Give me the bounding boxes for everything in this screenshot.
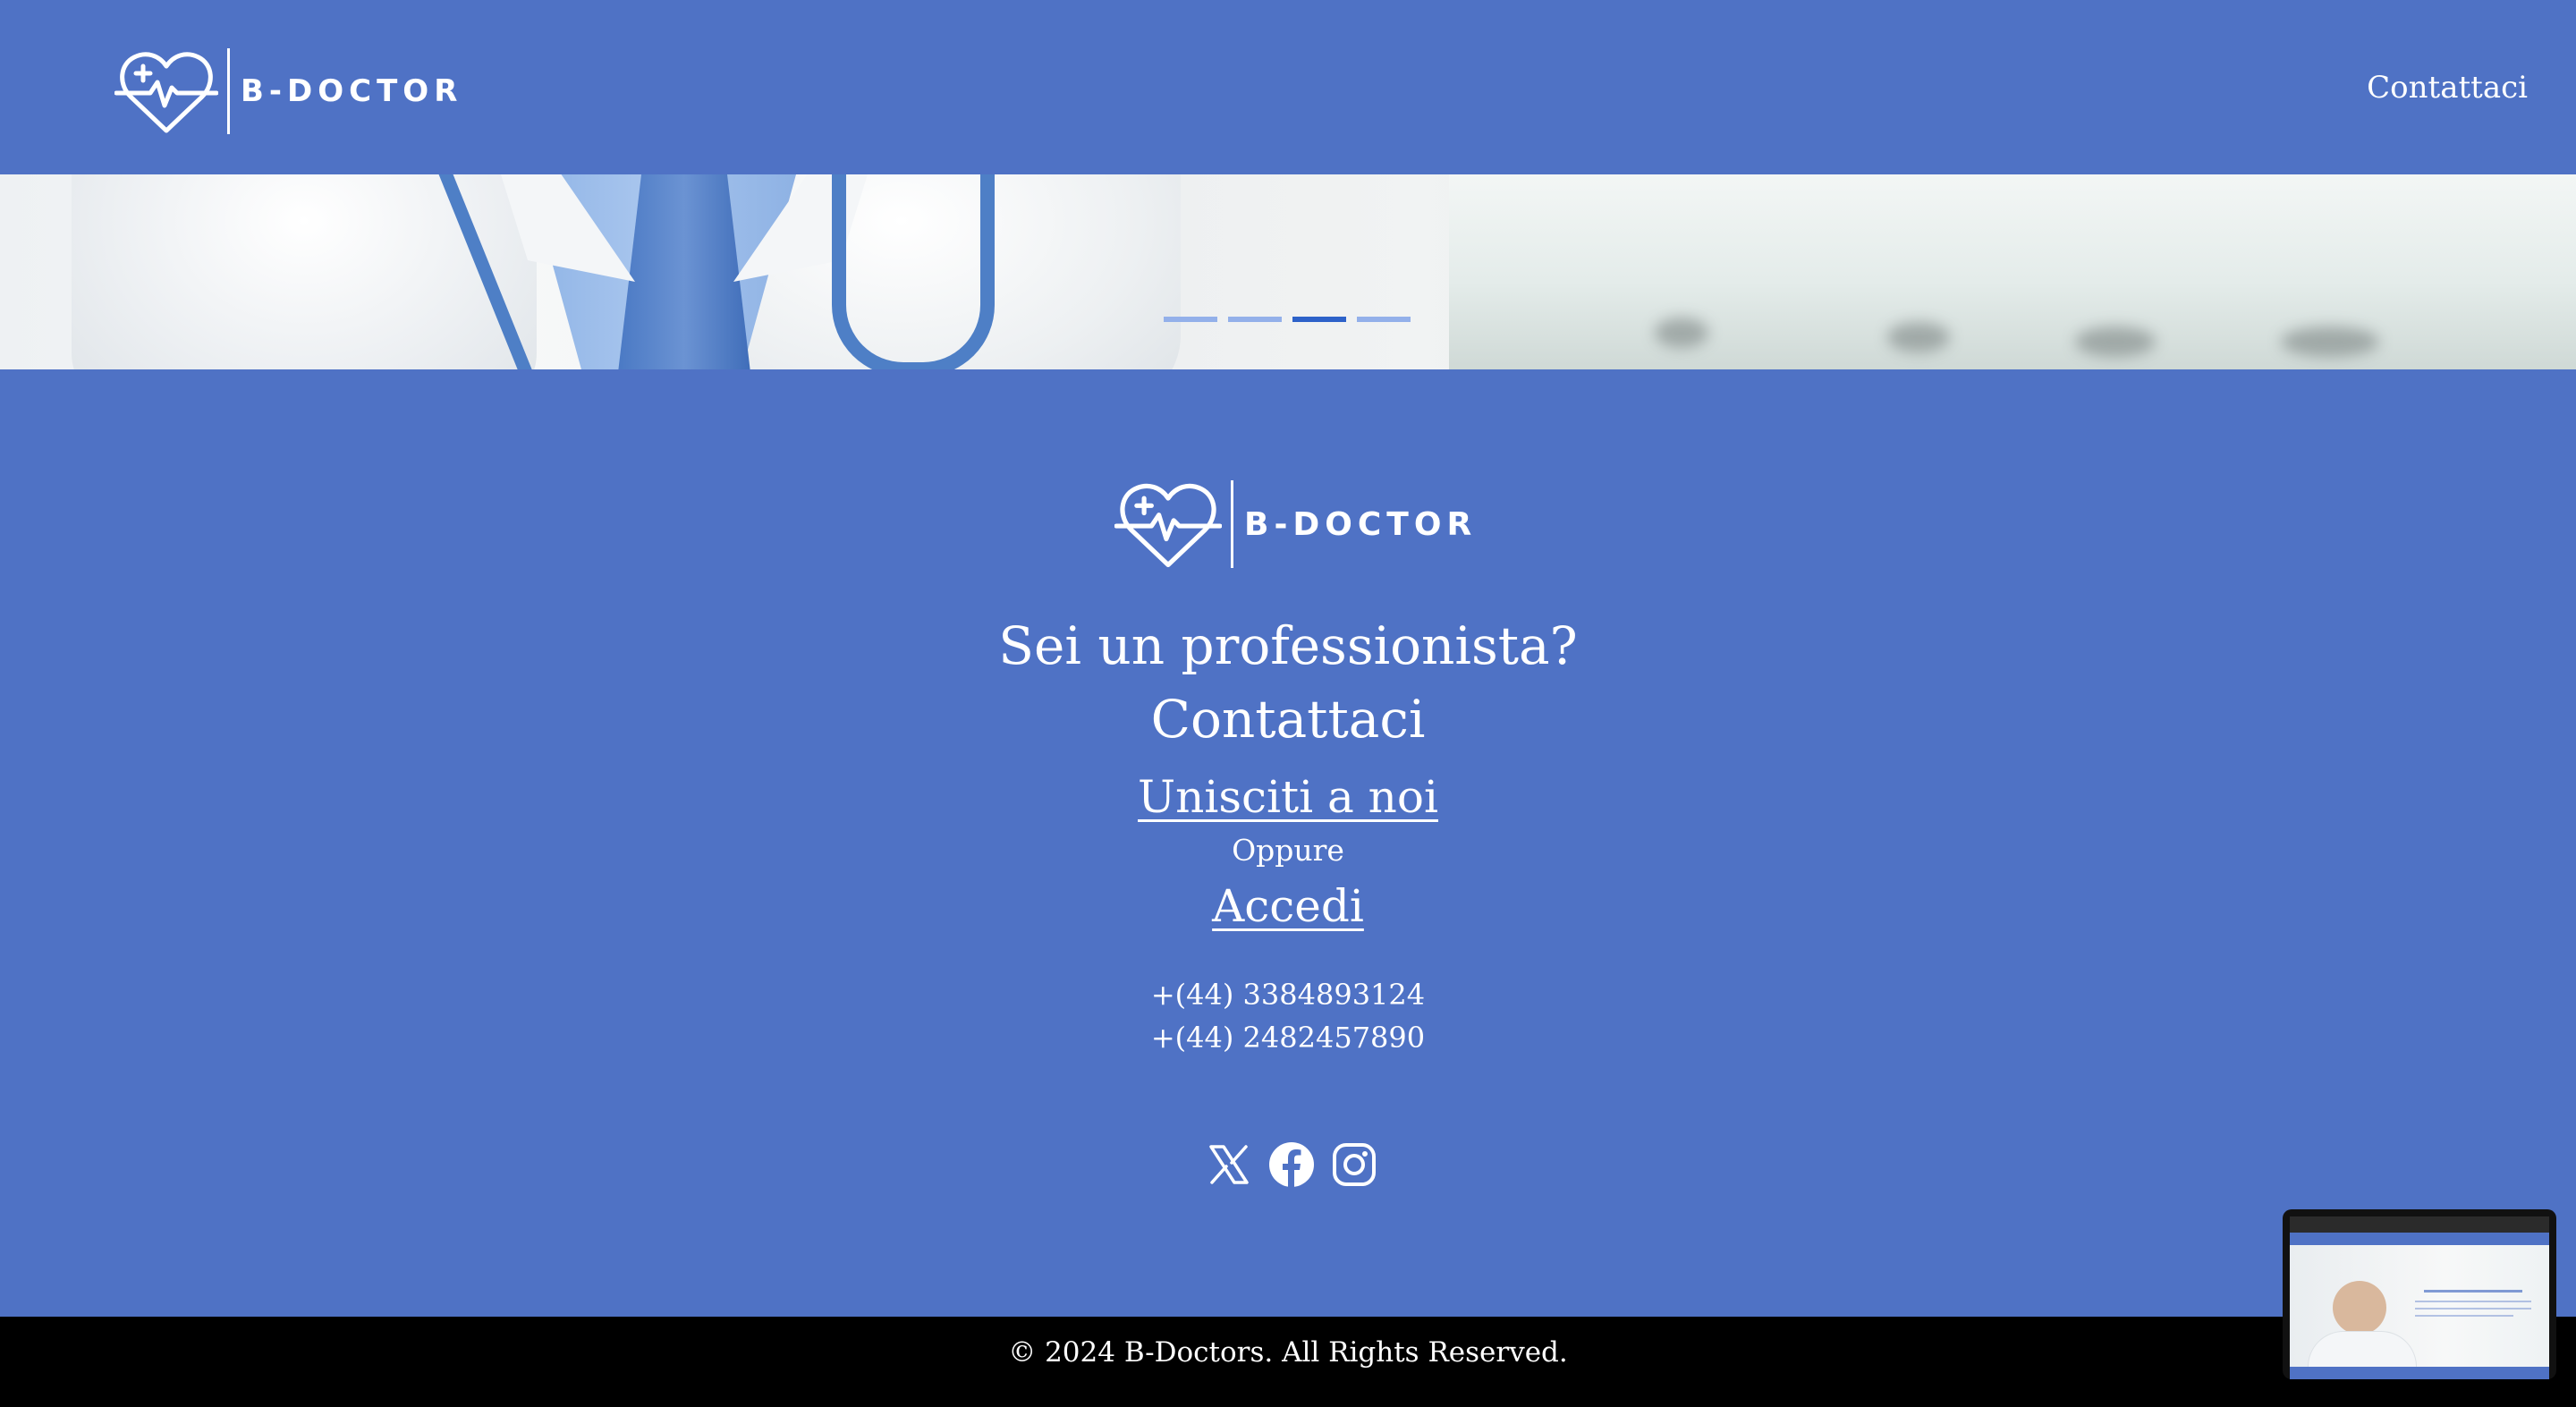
hero-carousel: [0, 174, 2576, 369]
footer-heading-professional: Sei un professionista?: [998, 615, 1578, 676]
header-logo[interactable]: B-DOCTOR: [114, 47, 462, 136]
heart-pulse-icon: [114, 52, 218, 133]
login-row: Accedi: [0, 875, 2576, 937]
stethoscope-image: [832, 174, 995, 369]
carousel-dot-1[interactable]: [1164, 317, 1217, 322]
nav-contact-link[interactable]: Contattaci: [2367, 70, 2528, 106]
or-text: Oppure: [1232, 833, 1344, 868]
carousel-indicators: [1164, 317, 1411, 322]
hero-background: [1449, 174, 2576, 369]
social-links: [1206, 1141, 1377, 1188]
join-us-row: Unisciti a noi: [0, 766, 2576, 828]
screen-preview-widget[interactable]: [2283, 1209, 2556, 1379]
site-header: B-DOCTOR Contattaci: [0, 0, 2576, 174]
heart-pulse-icon: [1114, 483, 1222, 568]
join-us-link[interactable]: Unisciti a noi: [1138, 771, 1438, 823]
x-icon[interactable]: [1206, 1141, 1252, 1188]
carousel-dot-4[interactable]: [1357, 317, 1411, 322]
logo-divider: [227, 48, 230, 134]
footer-heading-contact: Contattaci: [1150, 689, 1426, 750]
phone-number-1: +(44) 3384893124: [1150, 978, 1426, 1012]
logo-divider: [1231, 480, 1233, 568]
carousel-dot-3[interactable]: [1292, 317, 1346, 322]
preview-screen: [2290, 1216, 2549, 1379]
footer-logo: B-DOCTOR: [1114, 478, 1477, 571]
logo-wordmark: B-DOCTOR: [1244, 505, 1478, 543]
phone-number-2: +(44) 2482457890: [1150, 1021, 1426, 1055]
copyright-bar: © 2024 B-Doctors. All Rights Reserved.: [0, 1317, 2576, 1407]
instagram-icon[interactable]: [1331, 1141, 1377, 1188]
logo-wordmark: B-DOCTOR: [241, 73, 463, 109]
copyright-text: © 2024 B-Doctors. All Rights Reserved.: [1008, 1336, 1568, 1369]
carousel-dot-2[interactable]: [1228, 317, 1282, 322]
facebook-icon[interactable]: [1268, 1141, 1315, 1188]
login-link[interactable]: Accedi: [1212, 880, 1364, 932]
